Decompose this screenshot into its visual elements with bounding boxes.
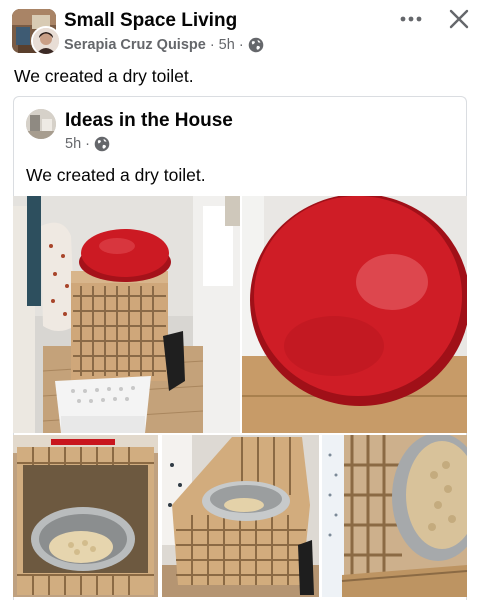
post-header: Small Space Living Serapia Cruz Quispe ·… — [0, 0, 481, 60]
photo-crate-side[interactable] — [162, 435, 319, 597]
meta-separator: · — [209, 37, 215, 53]
shared-post-text: We created a dry toilet. — [26, 165, 206, 185]
meta-separator: · — [85, 136, 90, 152]
author-avatar[interactable] — [31, 26, 61, 56]
shared-post-meta: 5h · — [65, 136, 110, 152]
shared-page-name[interactable]: Ideas in the House — [65, 110, 233, 132]
group-name[interactable]: Small Space Living — [64, 10, 237, 32]
more-horizontal-icon — [400, 16, 422, 22]
post-time[interactable]: 5h — [219, 37, 235, 53]
close-icon — [449, 9, 469, 29]
globe-icon — [94, 136, 110, 152]
author-name[interactable]: Serapia Cruz Quispe — [64, 37, 206, 53]
more-options-button[interactable] — [396, 10, 426, 28]
post-text: We created a dry toilet. — [14, 66, 194, 86]
close-button[interactable] — [446, 6, 472, 32]
photo-crate-bucket[interactable] — [13, 435, 158, 597]
page-avatar[interactable] — [26, 109, 56, 139]
shared-post-time[interactable]: 5h — [65, 136, 81, 152]
photo-red-lid-closeup[interactable] — [242, 196, 467, 433]
photo-toilet-room[interactable] — [13, 196, 240, 433]
meta-separator: · — [238, 37, 244, 53]
globe-icon — [248, 37, 264, 53]
post-meta: Serapia Cruz Quispe · 5h · — [64, 37, 264, 53]
photo-bucket-closeup[interactable] — [322, 435, 467, 597]
